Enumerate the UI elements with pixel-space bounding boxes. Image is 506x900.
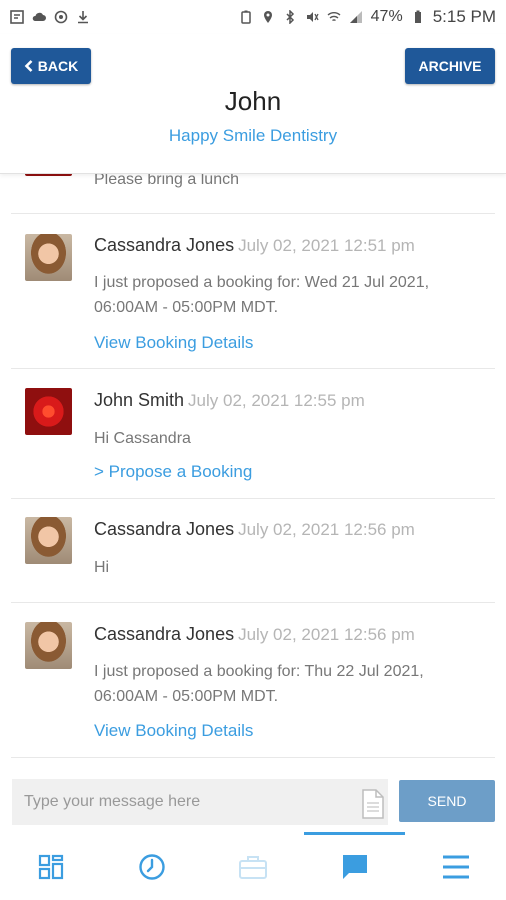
tab-messages[interactable] bbox=[338, 850, 372, 884]
clock-icon bbox=[139, 854, 165, 880]
message-header: Cassandra Jones July 02, 2021 12:56 pm bbox=[94, 624, 415, 645]
settings-circle-icon bbox=[54, 10, 68, 24]
clock-time: 5:15 PM bbox=[432, 7, 496, 26]
message-body: I just proposed a booking for: Thu 22 Ju… bbox=[94, 663, 424, 705]
notification-app-icon bbox=[10, 10, 24, 24]
status-bar: 47% 5:15 PM bbox=[0, 0, 506, 34]
menu-icon bbox=[443, 855, 469, 879]
bottom-tab-bar bbox=[0, 832, 506, 900]
avatar bbox=[25, 234, 72, 281]
active-tab-indicator bbox=[304, 832, 405, 835]
tab-jobs[interactable] bbox=[236, 850, 270, 884]
dashboard-icon bbox=[38, 854, 64, 880]
back-button[interactable]: BACK bbox=[11, 48, 91, 84]
tab-timesheet[interactable] bbox=[135, 850, 169, 884]
location-icon bbox=[263, 11, 272, 23]
mute-icon bbox=[306, 12, 319, 22]
tab-menu[interactable] bbox=[439, 850, 473, 884]
battery-icon bbox=[414, 10, 421, 23]
battery-percent: 47% bbox=[370, 8, 403, 25]
message-header: John Smith July 02, 2021 12:55 pm bbox=[94, 390, 365, 411]
conversation-header: BACK ARCHIVE John Happy Smile Dentistry bbox=[0, 34, 506, 174]
view-booking-details-link[interactable]: View Booking Details bbox=[94, 333, 253, 353]
wifi-icon bbox=[327, 12, 341, 22]
message-timestamp: July 02, 2021 12:56 pm bbox=[238, 520, 415, 539]
contact-name: John bbox=[224, 86, 282, 116]
message-timestamp: July 02, 2021 12:56 pm bbox=[238, 625, 415, 644]
sender-name: Cassandra Jones bbox=[94, 235, 235, 255]
message-composer: SEND bbox=[0, 779, 506, 829]
company-link[interactable]: Happy Smile Dentistry bbox=[0, 126, 506, 146]
sender-name: John Smith bbox=[94, 390, 185, 410]
avatar bbox=[25, 388, 72, 435]
chevron-left-icon bbox=[24, 60, 33, 72]
message-item bbox=[11, 499, 495, 603]
cloud-icon bbox=[32, 12, 46, 21]
sender-name: Cassandra Jones bbox=[94, 519, 235, 539]
message-body: Hi Cassandra bbox=[94, 430, 191, 447]
message-body: I just proposed a booking for: Wed 21 Ju… bbox=[94, 274, 430, 316]
avatar bbox=[25, 517, 72, 564]
bluetooth-icon bbox=[286, 10, 294, 24]
tab-dashboard[interactable] bbox=[34, 850, 68, 884]
view-booking-details-link[interactable]: View Booking Details bbox=[94, 721, 253, 741]
chat-icon bbox=[343, 855, 367, 879]
sender-name: Cassandra Jones bbox=[94, 624, 235, 644]
message-timestamp: July 02, 2021 12:51 pm bbox=[238, 236, 415, 255]
status-right: 47% 5:15 PM bbox=[239, 7, 496, 27]
message-header: Cassandra Jones July 02, 2021 12:56 pm bbox=[94, 519, 415, 540]
archive-button[interactable]: ARCHIVE bbox=[405, 48, 495, 84]
avatar bbox=[25, 622, 72, 669]
message-input[interactable] bbox=[12, 779, 388, 825]
battery-saver-icon bbox=[240, 10, 251, 24]
briefcase-icon bbox=[239, 856, 267, 879]
back-label: BACK bbox=[37, 58, 79, 74]
status-left bbox=[10, 10, 90, 24]
propose-booking-link[interactable]: > Propose a Booking bbox=[94, 462, 252, 482]
message-body: Hi bbox=[94, 559, 110, 576]
attachment-icon[interactable] bbox=[360, 788, 386, 820]
message-list[interactable]: Please bring a lunch Cassandra Jones July… bbox=[0, 140, 506, 770]
download-icon bbox=[78, 11, 88, 24]
message-header: Cassandra Jones July 02, 2021 12:51 pm bbox=[94, 235, 415, 256]
send-button[interactable]: SEND bbox=[399, 780, 495, 822]
message-timestamp: July 02, 2021 12:55 pm bbox=[188, 391, 365, 410]
signal-icon bbox=[349, 11, 362, 23]
